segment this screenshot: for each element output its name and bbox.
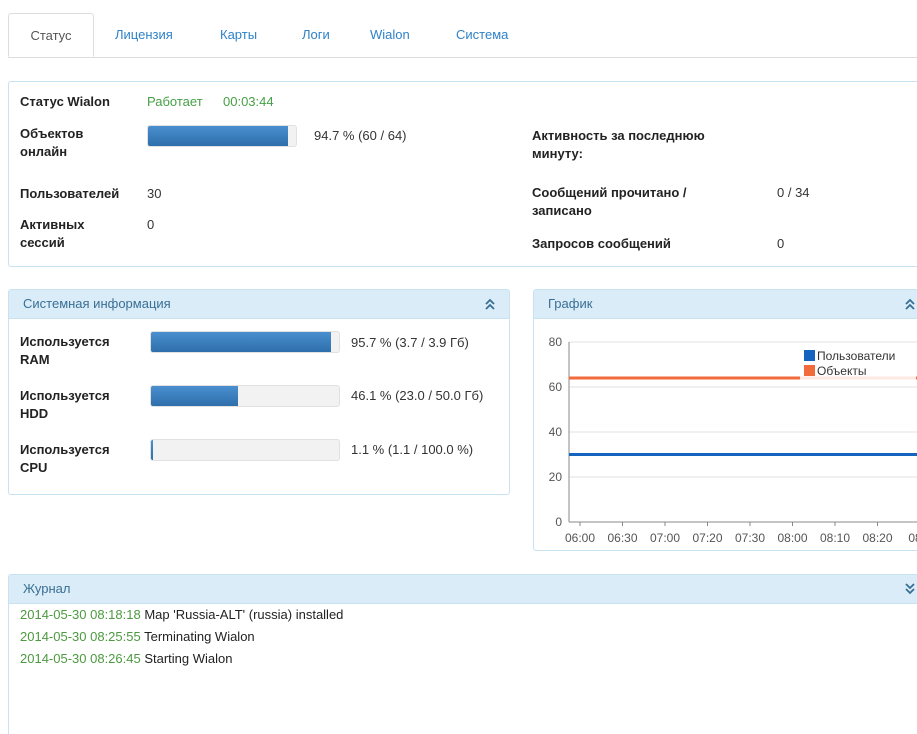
ram-bar — [150, 331, 340, 353]
tab-maps[interactable]: Карты — [220, 13, 257, 57]
hdd-bar — [150, 385, 340, 407]
hdd-value: 46.1 % (23.0 / 50.0 Гб) — [351, 388, 484, 403]
cpu-bar — [150, 439, 340, 461]
hdd-label: Используется HDD — [20, 388, 110, 421]
log-line: 2014-05-30 08:26:45 Starting Wialon — [20, 650, 233, 668]
sysinfo-panel-header[interactable]: Системная информация — [9, 290, 509, 319]
legend-label: Объекты — [817, 364, 867, 378]
requests-label: Запросов сообщений — [532, 236, 671, 251]
status-panel: Статус Wialon Работает 00:03:44 Объектов… — [8, 81, 917, 267]
messages-label: Сообщений прочитано / записано — [532, 185, 687, 218]
chevron-double-down-icon[interactable] — [903, 581, 917, 597]
sysinfo-panel-title: Системная информация — [23, 296, 171, 311]
uptime-value: 00:03:44 — [223, 94, 274, 109]
log-line: 2014-05-30 08:18:18 Map 'Russia-ALT' (ru… — [20, 606, 343, 624]
tab-wialon[interactable]: Wialon — [370, 13, 410, 57]
tab-bar: Статус Лицензия Карты Логи Wialon Систем… — [8, 13, 917, 58]
ram-label: Используется RAM — [20, 334, 110, 367]
x-tick-label: 08:3 — [908, 531, 917, 545]
log-timestamp: 2014-05-30 08:26:45 — [20, 651, 141, 666]
y-tick-label: 60 — [549, 380, 563, 394]
y-tick-label: 0 — [555, 515, 562, 529]
log-timestamp: 2014-05-30 08:18:18 — [20, 607, 141, 622]
users-value: 30 — [147, 186, 162, 201]
objects-online-label: Объектов онлайн — [20, 126, 84, 159]
journal-panel-title: Журнал — [23, 581, 71, 596]
wialon-status-value: Работает — [147, 94, 203, 109]
active-sessions-label: Активных сессий — [20, 217, 85, 250]
x-tick-label: 08:10 — [820, 531, 850, 545]
cpu-bar-fill — [151, 440, 154, 460]
chevron-double-up-icon[interactable] — [483, 296, 497, 312]
x-tick-label: 08:20 — [862, 531, 892, 545]
users-label: Пользователей — [20, 186, 120, 201]
tab-status[interactable]: Статус — [8, 13, 94, 57]
log-message: Map 'Russia-ALT' (russia) installed — [144, 607, 344, 622]
wialon-status-label: Статус Wialon — [20, 94, 110, 109]
log-message: Terminating Wialon — [144, 629, 255, 644]
legend-label: Пользователи — [817, 349, 895, 363]
cpu-value: 1.1 % (1.1 / 100.0 %) — [351, 442, 474, 457]
journal-panel-header[interactable]: Журнал — [9, 575, 917, 604]
x-tick-label: 07:20 — [692, 531, 722, 545]
activity-label: Активность за последнюю минуту: — [532, 128, 705, 161]
x-tick-label: 07:00 — [650, 531, 680, 545]
tab-logs[interactable]: Логи — [302, 13, 330, 57]
legend-swatch — [804, 365, 815, 376]
chart-panel: График 0 20 40 60 80 06:00 06:30 07:00 07:20 07:3… — [533, 289, 917, 551]
log-message: Starting Wialon — [144, 651, 233, 666]
y-tick-label: 20 — [549, 470, 563, 484]
objects-online-value: 94.7 % (60 / 64) — [314, 128, 407, 143]
tab-system[interactable]: Система — [456, 13, 508, 57]
x-tick-label: 08:00 — [777, 531, 807, 545]
ram-value: 95.7 % (3.7 / 3.9 Гб) — [351, 335, 469, 350]
line-chart: 0 20 40 60 80 06:00 06:30 07:00 07:20 07:30 08:00 0… — [549, 335, 917, 545]
y-tick-label: 40 — [549, 425, 563, 439]
sysinfo-panel: Системная информация Используется RAM 95… — [8, 289, 510, 495]
tab-license[interactable]: Лицензия — [115, 13, 173, 57]
y-tick-label: 80 — [549, 335, 563, 349]
hdd-bar-fill — [151, 386, 238, 406]
x-tick-label: 06:30 — [607, 531, 637, 545]
x-tick-label: 06:00 — [565, 531, 595, 545]
log-line: 2014-05-30 08:25:55 Terminating Wialon — [20, 628, 255, 646]
cpu-label: Используется CPU — [20, 442, 110, 475]
objects-online-bar-fill — [148, 126, 289, 146]
ram-bar-fill — [151, 332, 331, 352]
log-timestamp: 2014-05-30 08:25:55 — [20, 629, 141, 644]
x-tick-label: 07:30 — [735, 531, 765, 545]
messages-value: 0 / 34 — [777, 185, 810, 200]
legend-swatch — [804, 350, 815, 361]
requests-value: 0 — [777, 236, 785, 251]
active-sessions-value: 0 — [147, 217, 155, 232]
objects-online-bar — [147, 125, 297, 147]
